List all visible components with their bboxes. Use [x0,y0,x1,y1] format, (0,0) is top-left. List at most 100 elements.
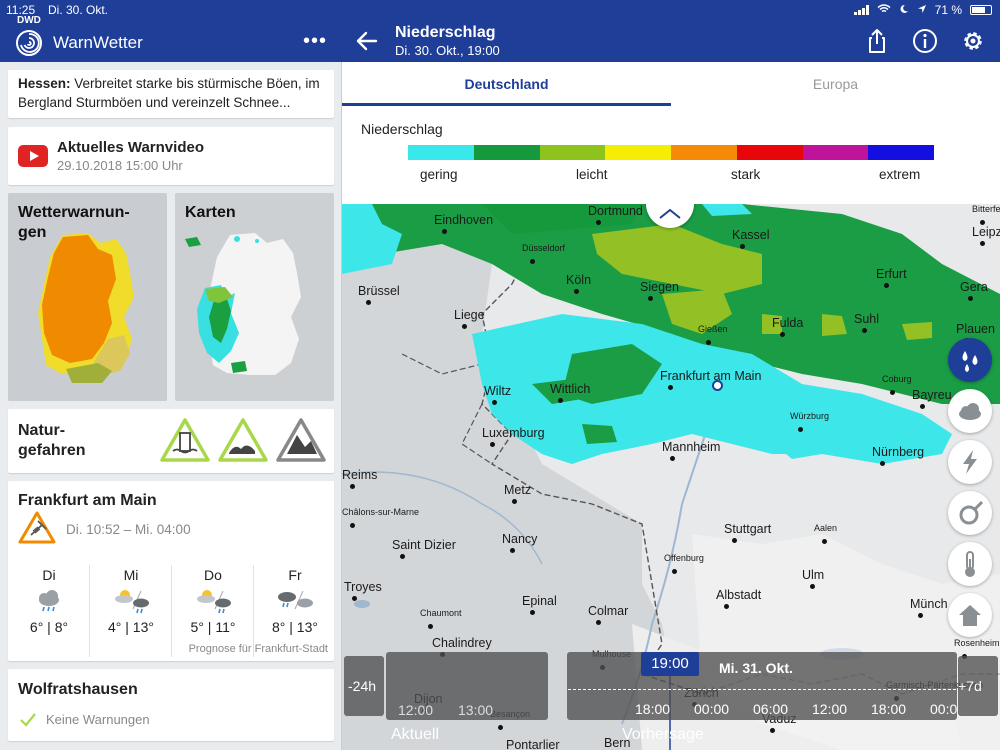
map-city-label: Leipz [972,225,1000,239]
precipitation-layer-button[interactable] [948,338,992,382]
map-city-label: Luxemburg [482,426,545,440]
legend-color-swatch [671,145,737,160]
timeline-time-label: 06:00 [753,701,789,717]
wind-layer-button[interactable] [948,491,992,535]
map-city-label: Köln [566,273,592,287]
map-city-label: Frankfurt am Main [660,369,762,383]
map-city-label: Epinal [522,594,557,608]
radar-map-thumbnail [175,193,334,401]
map-city-dot [740,244,745,249]
forecast-day: Do 5° | 11° [173,567,253,635]
cloud-layer-button[interactable] [948,389,992,433]
warning-card[interactable]: Hessen: Verbreitet starke bis stürmische… [8,70,334,118]
map-city-label: Liege [454,308,485,322]
status-icons: 71 % [853,3,992,17]
tab-deutschland[interactable]: Deutschland [342,62,671,106]
warnings-map-tile[interactable]: Wetterwarnun- gen [8,193,167,401]
legend-title: Niederschlag [361,121,443,137]
timeline-time-label: 00:00 [694,701,730,717]
natural-hazards-card[interactable]: Natur- gefahren [8,409,334,473]
map-city-dot [920,404,925,409]
day-temps: 6° | 8° [29,619,69,635]
map-city-dot [670,456,675,461]
status-bar: 11:25 Di. 30. Okt. 71 % [0,0,1000,20]
back-arrow-icon[interactable] [356,30,378,52]
timeline-current-time[interactable]: 19:00 [641,652,699,676]
share-icon[interactable] [864,28,890,54]
map-city-label: Colmar [588,604,629,618]
legend-label-leicht: leicht [576,167,608,182]
wind-warning-icon [18,511,56,544]
map-city-dot [400,554,405,559]
map-city-label: Gera [960,280,988,294]
forecast-day: Fr 8° | 13° [255,567,335,635]
map-city-label: Würzburg [790,411,830,421]
map-city-label: Rosenheim [954,638,1000,648]
map-city-dot [428,624,433,629]
timeline-past-label: -24h [348,678,377,694]
map-city-dot [530,610,535,615]
maps-tile[interactable]: Karten [175,193,334,401]
map-city-dot [648,296,653,301]
day-temps: 8° | 13° [272,619,318,635]
map-city-dot [442,229,447,234]
legend-label-gering: gering [420,167,458,182]
gear-icon[interactable] [960,28,986,54]
temperature-layer-button[interactable] [948,542,992,586]
wind-icon [959,500,984,525]
map-city-label: Bitterfeld [972,204,1000,214]
map-city-dot [706,340,711,345]
storm-surge-icon [218,418,268,462]
checkmark-icon [20,713,36,727]
app-title: WarnWetter [53,33,143,52]
more-menu-button[interactable]: ••• [303,30,327,53]
rain-cloud-cloud-icon [278,590,313,610]
map-city-label: Offenburg [664,553,704,563]
location-card[interactable]: Wolfratshausen Keine Warnungen [8,669,334,741]
map-city-label: Wittlich [550,382,591,396]
map-city-dot [798,427,803,432]
map-city-label: Stuttgart [724,522,772,536]
lightning-layer-button[interactable] [948,440,992,484]
location-name: Wolfratshausen [18,681,138,698]
moon-icon [899,3,909,17]
map-city-label: Nancy [502,532,538,546]
map-city-label: Chalindrey [432,636,492,650]
home-location-button[interactable] [948,593,992,637]
map-city-label: Wiltz [484,384,512,398]
map-city-dot [822,539,827,544]
map-city-dot [968,296,973,301]
map-city-label: Siegen [640,280,679,294]
day-separator [171,565,172,657]
warn-video-card[interactable]: Aktuelles Warnvideo 29.10.2018 15:00 Uhr [8,127,334,185]
map-city-dot [530,259,535,264]
video-date: 29.10.2018 15:00 Uhr [57,158,183,173]
map-city-dot [596,620,601,625]
city-forecast-card[interactable]: Frankfurt am Main Di. 10:52 – Mi. 04:00 … [8,481,334,661]
map-city-label: Brüssel [358,284,400,298]
tab-europa[interactable]: Europa [671,62,1000,106]
map-city-label: Saint Dizier [392,538,456,552]
map-city-dot [512,499,517,504]
timeline-future-label: +7d [958,678,982,694]
map-city-label: Bayreu [912,388,952,402]
warnings-tile-label: Wetterwarnun- gen [18,204,130,241]
map-city-dot [366,300,371,305]
map-city-dot [510,548,515,553]
timeline-track [568,689,956,690]
day-temps: 4° | 13° [108,619,154,635]
timeline-vorhersage-label: Vorhersage [622,726,704,743]
map-city-dot [810,584,815,589]
day-name: Fr [288,567,302,583]
map-city-dot [862,328,867,333]
info-icon[interactable] [912,28,938,54]
thermometer-icon [965,551,975,577]
map-city-dot [980,220,985,225]
home-icon [959,605,981,626]
map-city-label: Fulda [772,316,804,330]
sun-cloud-rain-icon [115,590,149,614]
map-city-label: Münch [910,597,948,611]
precipitation-legend: Niederschlag gering leicht stark extrem [342,106,1000,204]
map-city-dot [724,604,729,609]
forecast-note: Prognose für Frankfurt-Stadt [188,643,328,655]
